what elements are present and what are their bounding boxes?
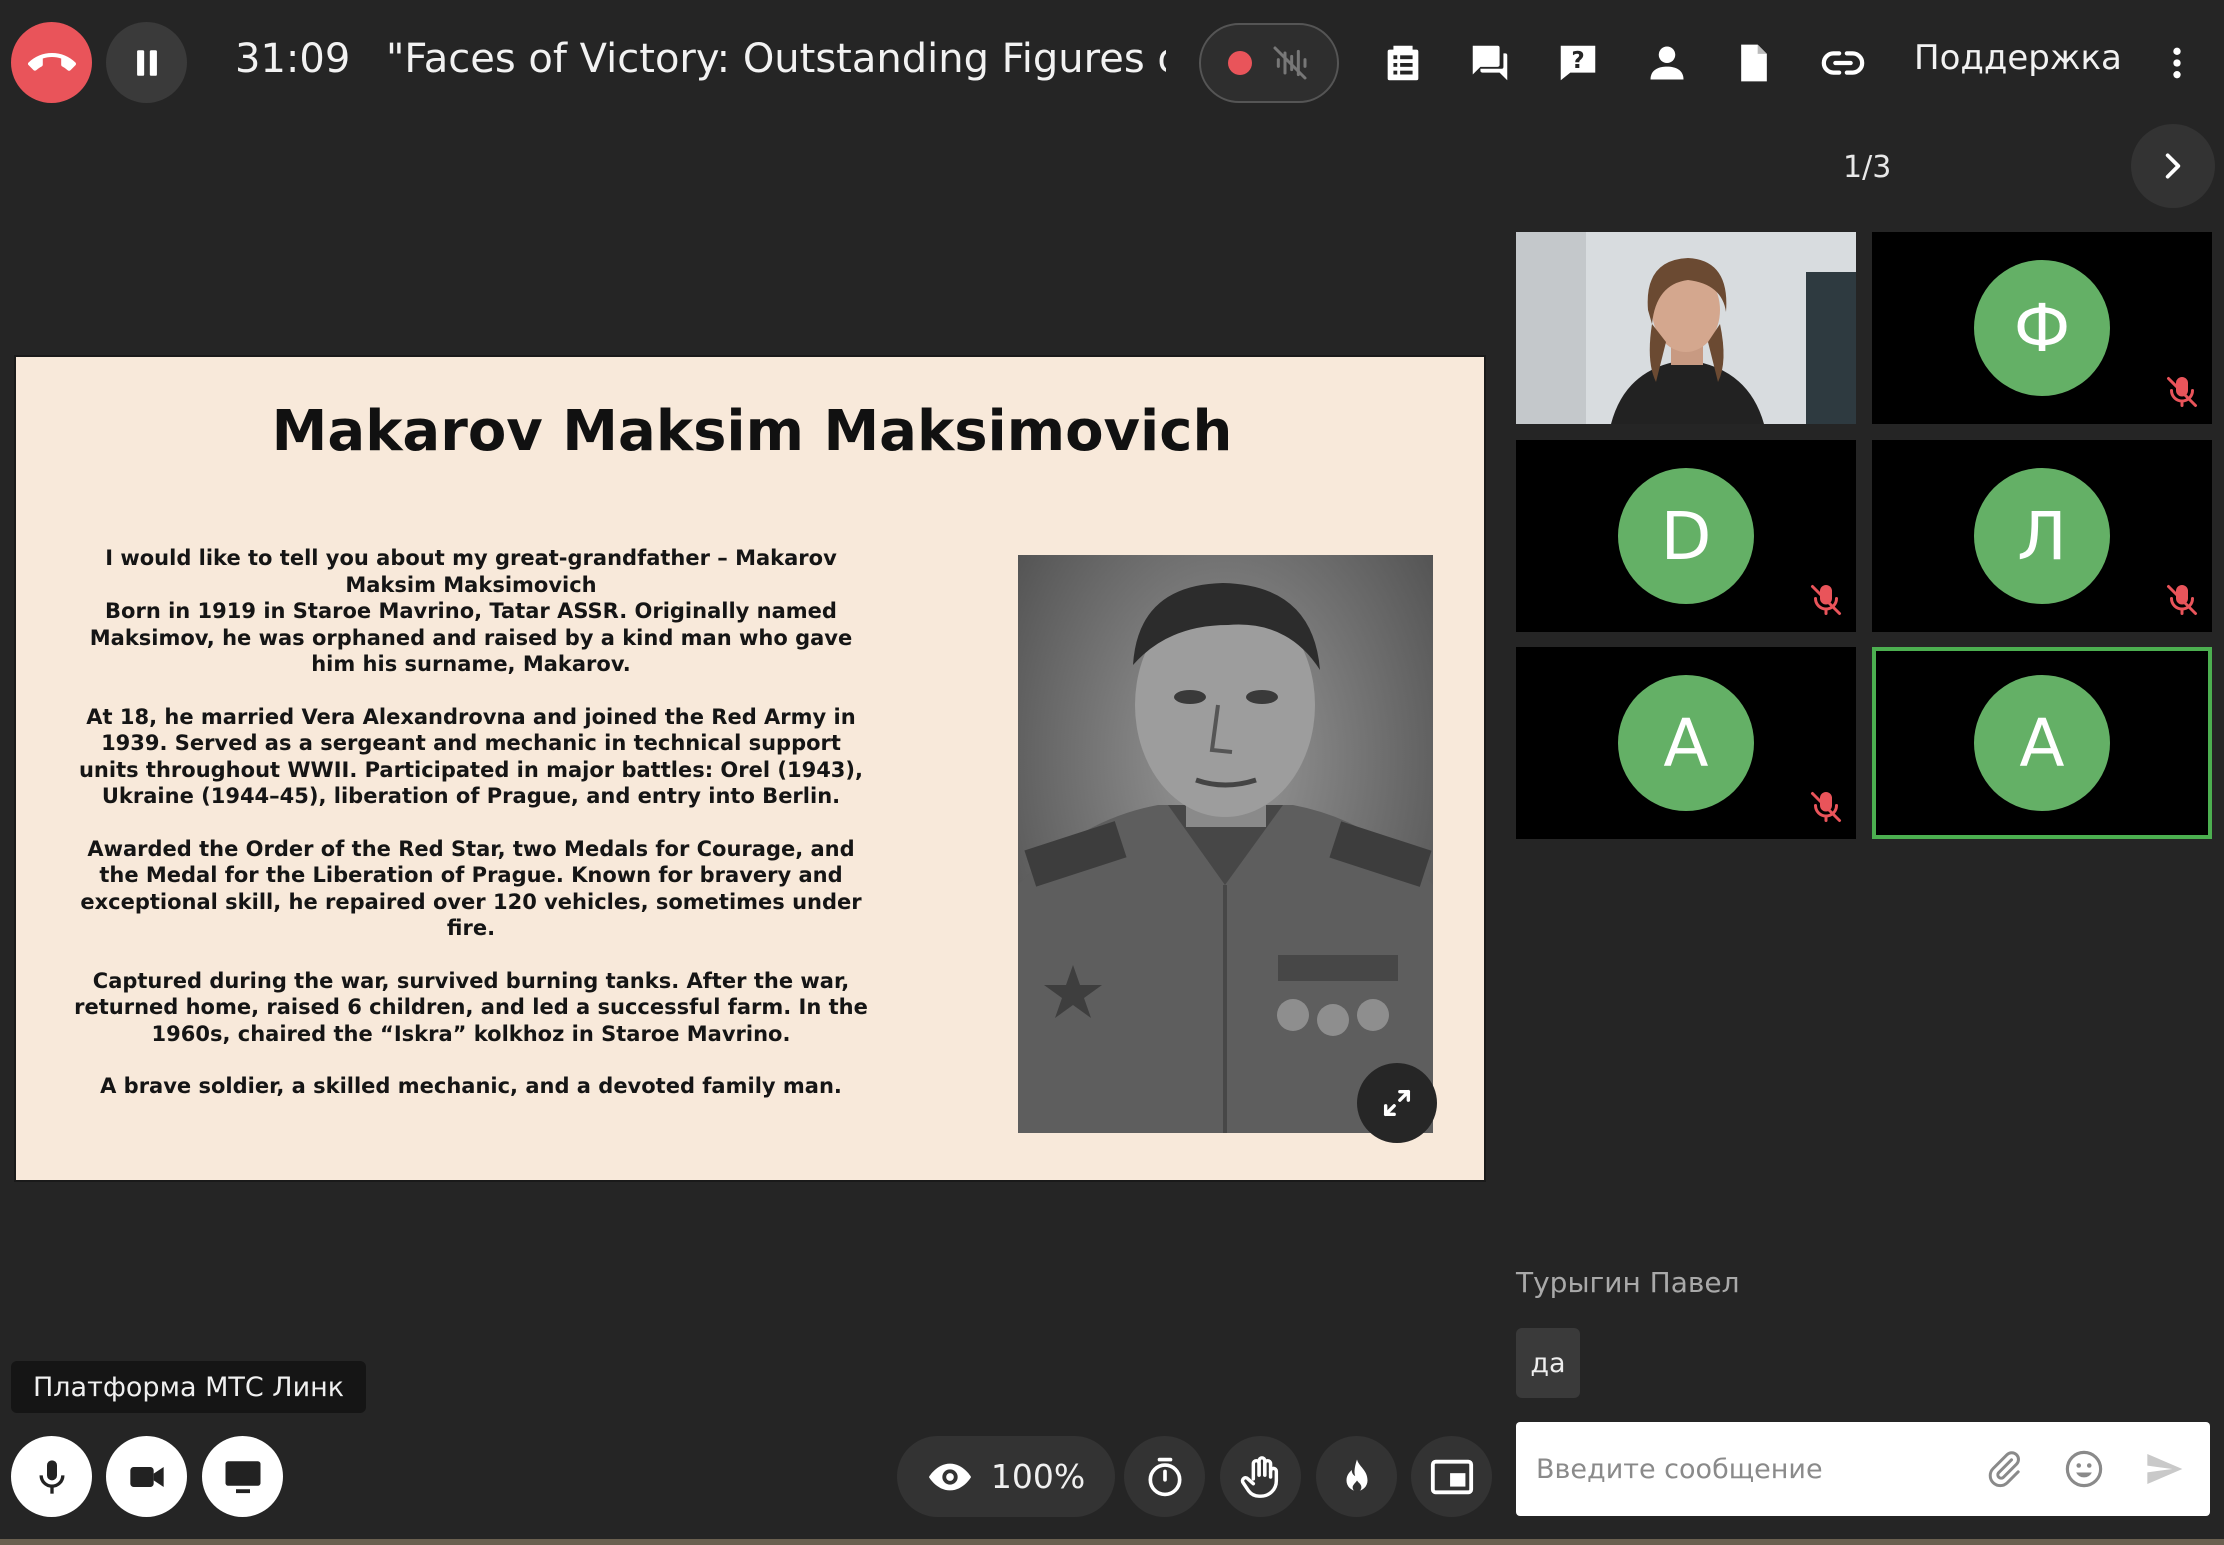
timer-button[interactable] (1124, 1436, 1205, 1517)
call-timer: 31:09 (235, 36, 351, 82)
svg-text:?: ? (1571, 48, 1584, 74)
agenda-button[interactable] (1372, 32, 1434, 94)
screen-share-button[interactable] (202, 1436, 283, 1517)
chat-button[interactable] (1459, 32, 1521, 94)
participant-tile[interactable]: Л (1872, 440, 2212, 632)
chat-icon (1472, 45, 1508, 81)
participant-tile-active-speaker[interactable]: A (1872, 647, 2212, 839)
camera-button[interactable] (106, 1436, 187, 1517)
phone-hangup-icon (27, 52, 76, 71)
flame-icon (1346, 1459, 1367, 1492)
participant-avatar: D (1618, 468, 1754, 604)
participant-tile[interactable]: D (1516, 440, 1856, 632)
zoom-control[interactable]: 100% (897, 1436, 1115, 1517)
chat-composer (1516, 1422, 2210, 1516)
hang-up-button[interactable] (11, 22, 92, 103)
chat-message-input[interactable] (1536, 1446, 1986, 1492)
slide-text: I would like to tell you about my great-… (71, 545, 871, 1126)
microphone-icon (39, 1459, 64, 1494)
attach-button[interactable] (1980, 1445, 2028, 1493)
slide-line: I would like to tell you about my great-… (105, 546, 837, 597)
recording-control[interactable] (1199, 23, 1339, 103)
participant-video (1516, 232, 1856, 424)
camera-icon (129, 1466, 164, 1487)
event-title: "Faces of Victory: Outstanding Figures o… (386, 36, 1166, 82)
stopwatch-icon (1148, 1457, 1181, 1496)
copy-link-button[interactable] (1812, 32, 1874, 94)
picture-in-picture-icon (1430, 1459, 1473, 1494)
pause-icon (136, 49, 157, 76)
chevron-right-icon (2165, 153, 2181, 179)
presentation-slide: Makarov Maksim Maksimovich I would like … (14, 355, 1486, 1182)
slide-paragraph: Awarded the Order of the Red Star, two M… (80, 836, 862, 941)
paperclip-icon (1988, 1451, 2020, 1488)
eye-icon (928, 1463, 971, 1490)
chat-message-author: Турыгин Павел (1516, 1266, 1740, 1299)
microphone-button[interactable] (11, 1436, 92, 1517)
emoji-button[interactable] (2060, 1445, 2108, 1493)
screen-share-icon (225, 1460, 260, 1493)
picture-in-picture-button[interactable] (1411, 1436, 1492, 1517)
expand-icon (1383, 1089, 1411, 1117)
participant-tile[interactable]: A (1516, 647, 1856, 839)
participants-button[interactable] (1636, 32, 1698, 94)
participants-icon (1650, 46, 1684, 80)
support-link[interactable]: Поддержка (1914, 38, 2122, 78)
page-indicator: 1/3 (1843, 150, 1892, 185)
soldier-portrait-photo (1018, 555, 1433, 1133)
participant-video-tile[interactable] (1516, 232, 1856, 424)
slide-paragraph: At 18, he married Vera Alexandrovna and … (78, 704, 863, 809)
zoom-value: 100% (990, 1457, 1086, 1496)
help-icon: ? (1560, 45, 1596, 81)
fullscreen-button[interactable] (1357, 1063, 1437, 1143)
mic-off-icon (1811, 792, 1841, 822)
platform-label: Платформа МТС Линк (11, 1361, 367, 1413)
mic-off-icon (2167, 377, 2197, 407)
record-dot-icon (1228, 51, 1252, 75)
mic-off-icon (2167, 585, 2197, 615)
files-button[interactable] (1723, 32, 1785, 94)
emoji-icon (2065, 1450, 2103, 1488)
slide-paragraph: A brave soldier, a skilled mechanic, and… (100, 1074, 842, 1098)
next-page-button[interactable] (2131, 124, 2215, 208)
participant-avatar: Л (1974, 468, 2110, 604)
help-button[interactable]: ? (1547, 32, 1609, 94)
slide-paragraph: Captured during the war, survived burnin… (74, 968, 868, 1046)
audio-off-icon (1273, 46, 1307, 80)
chat-message-bubble: да (1516, 1328, 1580, 1398)
hand-icon (1240, 1455, 1278, 1498)
pause-button[interactable] (106, 22, 187, 103)
participant-avatar: A (1618, 675, 1754, 811)
link-icon (1821, 51, 1865, 75)
window-bottom-edge (0, 1539, 2224, 1545)
agenda-icon (1387, 45, 1419, 81)
slide-title: Makarov Maksim Maksimovich (271, 399, 1233, 464)
slide-line: Born in 1919 in Staroe Mavrino, Tatar AS… (89, 599, 853, 676)
participant-avatar: Ф (1974, 260, 2110, 396)
more-options-button[interactable] (2146, 32, 2208, 94)
participant-tile[interactable]: Ф (1872, 232, 2212, 424)
mic-off-icon (1811, 585, 1841, 615)
file-icon (1741, 44, 1767, 82)
slide-paragraph: I would like to tell you about my great-… (71, 545, 871, 678)
send-icon (2147, 1454, 2183, 1484)
raise-hand-button[interactable] (1220, 1436, 1301, 1517)
participant-avatar: A (1974, 675, 2110, 811)
send-button[interactable] (2140, 1445, 2188, 1493)
more-icon (2173, 47, 2181, 79)
reactions-button[interactable] (1316, 1436, 1397, 1517)
